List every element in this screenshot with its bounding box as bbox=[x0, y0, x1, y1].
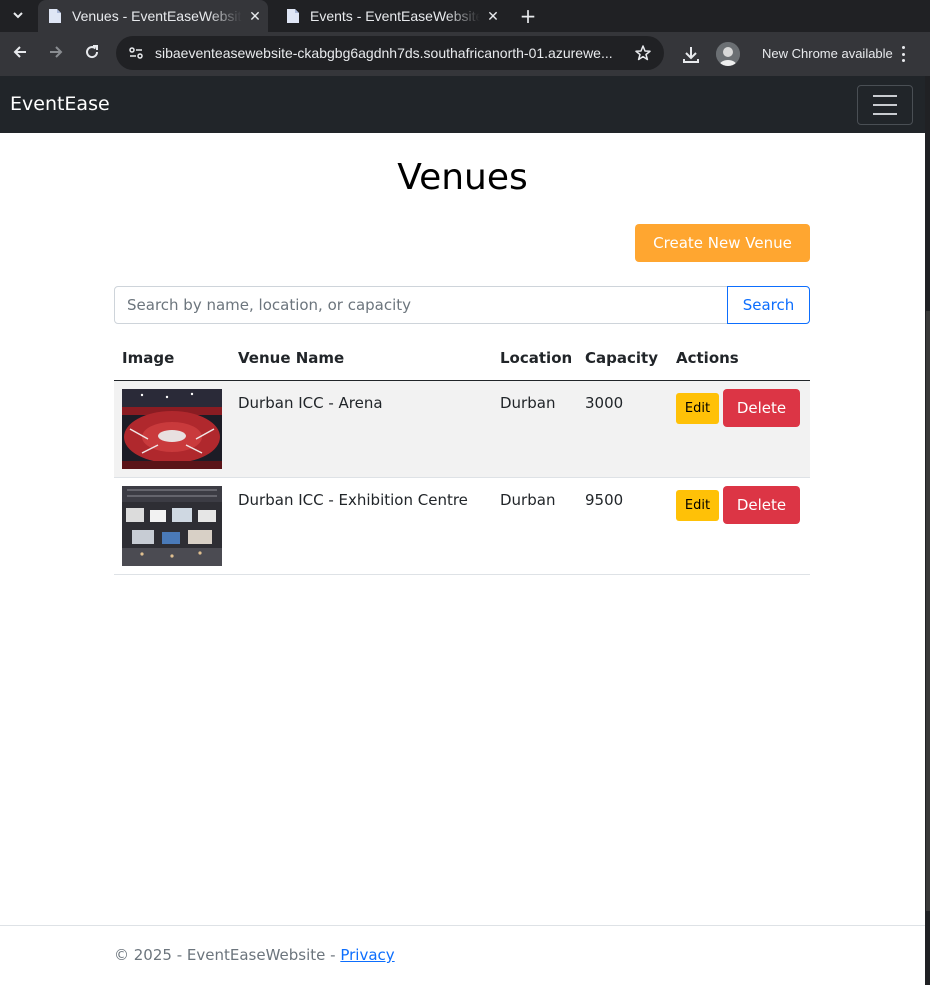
venues-table: Image Venue Name Location Capacity Actio… bbox=[114, 334, 810, 575]
page-scrollbar[interactable] bbox=[925, 76, 930, 985]
chrome-update-button[interactable]: New Chrome available bbox=[752, 40, 903, 68]
column-header-actions: Actions bbox=[676, 349, 739, 367]
column-header-venue-name: Venue Name bbox=[238, 349, 345, 367]
navbar-brand[interactable]: EventEase bbox=[10, 91, 110, 117]
edit-button[interactable]: Edit bbox=[676, 393, 719, 424]
tab-title: Events - EventEaseWebsite bbox=[310, 8, 480, 24]
site-navbar: EventEase bbox=[0, 76, 925, 133]
venue-capacity: 3000 bbox=[585, 394, 624, 412]
browser-tab-venues[interactable]: Venues - EventEaseWebsite ✕ bbox=[38, 0, 268, 32]
site-footer: © 2025 - EventEaseWebsite - Privacy bbox=[0, 925, 925, 985]
venue-capacity: 9500 bbox=[585, 491, 624, 509]
new-tab-plus-icon[interactable]: + bbox=[516, 0, 540, 32]
create-venue-button[interactable]: Create New Venue bbox=[635, 224, 810, 262]
venue-image-arena bbox=[122, 389, 222, 469]
site-info-icon[interactable] bbox=[128, 45, 144, 61]
tab-close-icon[interactable]: ✕ bbox=[242, 8, 268, 25]
forward-arrow-icon[interactable] bbox=[44, 40, 68, 64]
reload-icon[interactable] bbox=[80, 40, 104, 64]
edit-button[interactable]: Edit bbox=[676, 490, 719, 521]
url-text: sibaeventeasewebsite-ckabgbg6agdnh7ds.so… bbox=[155, 45, 613, 61]
profile-avatar[interactable] bbox=[716, 42, 740, 66]
search-button[interactable]: Search bbox=[727, 286, 810, 324]
tab-search-chevron-icon[interactable] bbox=[6, 3, 30, 27]
search-input[interactable] bbox=[114, 286, 728, 324]
privacy-link[interactable]: Privacy bbox=[340, 946, 394, 964]
footer-copyright: © 2025 - EventEaseWebsite - bbox=[114, 946, 341, 964]
hamburger-menu-icon[interactable] bbox=[857, 85, 913, 125]
back-arrow-icon[interactable] bbox=[8, 40, 32, 64]
table-row: Durban ICC - Arena Durban 3000 Edit Dele… bbox=[114, 381, 810, 478]
delete-button[interactable]: Delete bbox=[723, 389, 800, 427]
download-icon[interactable] bbox=[680, 44, 702, 66]
table-header: Image Venue Name Location Capacity Actio… bbox=[114, 334, 810, 381]
page-title: Venues bbox=[397, 157, 528, 198]
page-favicon-icon bbox=[287, 9, 299, 23]
browser-tab-events[interactable]: Events - EventEaseWebsite ✕ bbox=[276, 0, 506, 32]
scrollbar-thumb[interactable] bbox=[926, 311, 930, 911]
browser-toolbar: sibaeventeasewebsite-ckabgbg6agdnh7ds.so… bbox=[0, 32, 930, 76]
column-header-capacity: Capacity bbox=[585, 349, 658, 367]
delete-button[interactable]: Delete bbox=[723, 486, 800, 524]
table-row: Durban ICC - Exhibition Centre Durban 95… bbox=[114, 478, 810, 575]
venue-name: Durban ICC - Arena bbox=[238, 394, 383, 412]
venue-name: Durban ICC - Exhibition Centre bbox=[238, 491, 468, 509]
page-favicon-icon bbox=[49, 9, 61, 23]
tab-close-icon[interactable]: ✕ bbox=[480, 8, 506, 25]
browser-tab-strip: Venues - EventEaseWebsite ✕ Events - Eve… bbox=[0, 0, 930, 32]
footer-text: © 2025 - EventEaseWebsite - Privacy bbox=[114, 946, 395, 964]
page-viewport: EventEase Venues Create New Venue Search… bbox=[0, 76, 925, 985]
venue-location: Durban bbox=[500, 491, 556, 509]
bookmark-star-icon[interactable] bbox=[634, 44, 652, 62]
tab-title: Venues - EventEaseWebsite bbox=[72, 8, 242, 24]
chrome-menu-icon[interactable] bbox=[896, 44, 910, 64]
venue-location: Durban bbox=[500, 394, 556, 412]
address-bar[interactable]: sibaeventeasewebsite-ckabgbg6agdnh7ds.so… bbox=[116, 36, 664, 70]
column-header-location: Location bbox=[500, 349, 573, 367]
column-header-image: Image bbox=[122, 349, 175, 367]
venue-image-exhibition-centre bbox=[122, 486, 222, 566]
